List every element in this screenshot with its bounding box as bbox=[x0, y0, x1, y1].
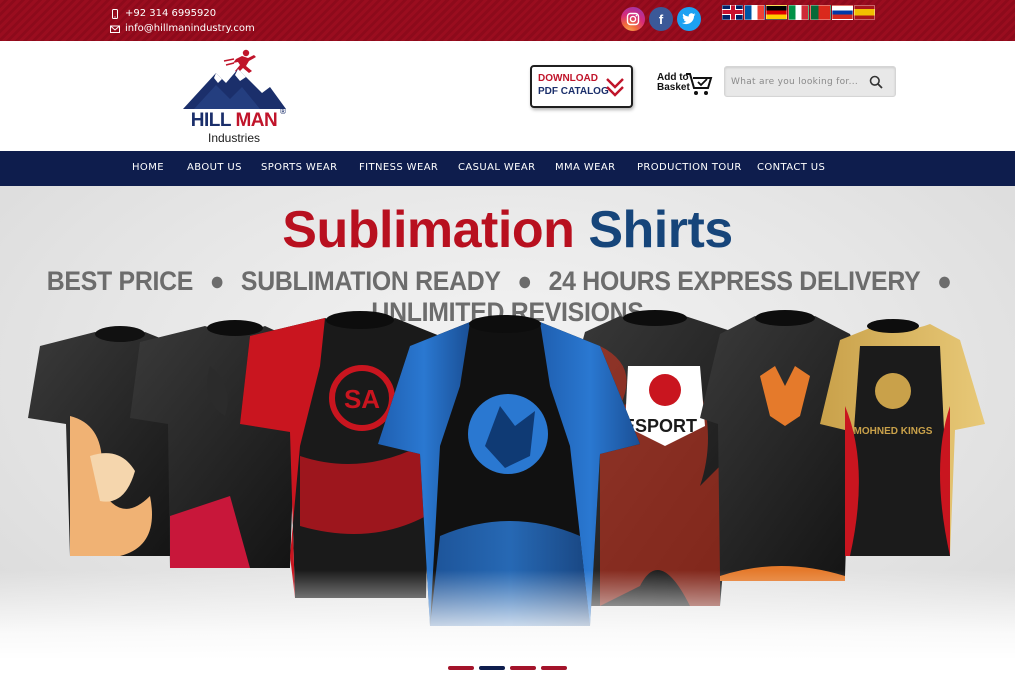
logo-subtitle: Industries bbox=[207, 131, 261, 145]
hero-slider[interactable]: Sublimation Shirts BEST PRICE ● SUBLIMATIO… bbox=[0, 186, 1015, 660]
nav-item-about-us[interactable]: ABOUT US bbox=[187, 162, 242, 173]
main-navigation: HOME ABOUT US SPORTS WEAR FITNESS WEAR C… bbox=[0, 151, 1015, 186]
site-header: HILL MAN ® Industries DOWNLOAD PDF CATAL… bbox=[0, 41, 1015, 151]
logo-wordmark: HILL MAN bbox=[180, 110, 288, 132]
top-bar: +92 314 6995920 info@hillmanindustry.com… bbox=[0, 0, 1015, 41]
search-icon[interactable] bbox=[869, 75, 883, 89]
search-box bbox=[724, 66, 896, 97]
slider-dot-2[interactable] bbox=[479, 666, 505, 670]
flag-ru-icon[interactable] bbox=[832, 5, 853, 20]
mountain-runner-icon bbox=[183, 49, 286, 109]
nav-item-mma-wear[interactable]: MMA WEAR bbox=[555, 162, 615, 173]
flag-uk-icon[interactable] bbox=[722, 5, 743, 20]
reflection-floor bbox=[0, 570, 1015, 660]
slider-dot-1[interactable] bbox=[448, 666, 474, 670]
phone-icon bbox=[112, 8, 118, 19]
logo-word-man: MAN bbox=[235, 110, 278, 131]
hero-title-word1: Sublimation bbox=[282, 201, 575, 259]
twitter-icon[interactable] bbox=[677, 7, 701, 31]
feature-express-delivery: 24 HOURS EXPRESS DELIVERY bbox=[548, 266, 921, 296]
nav-item-production-tour[interactable]: PRODUCTION TOUR bbox=[637, 162, 742, 173]
cart-icon bbox=[686, 73, 713, 95]
nav-item-sports-wear[interactable]: SPORTS WEAR bbox=[261, 162, 338, 173]
slider-dot-3[interactable] bbox=[510, 666, 536, 670]
hero-title: Sublimation Shirts bbox=[0, 200, 1015, 260]
shirt-sa-logo: SA bbox=[344, 384, 380, 414]
mail-icon bbox=[110, 25, 120, 33]
hero-title-word2: Shirts bbox=[588, 201, 733, 259]
catalog-line2: PDF CATALOG bbox=[538, 86, 609, 97]
catalog-line1: DOWNLOAD bbox=[538, 73, 598, 84]
nav-item-fitness-wear[interactable]: FITNESS WEAR bbox=[359, 162, 438, 173]
logo-registered-mark: ® bbox=[279, 107, 287, 116]
flag-fr-icon[interactable] bbox=[744, 5, 765, 20]
nav-item-home[interactable]: HOME bbox=[132, 162, 164, 173]
add-to-basket-button[interactable]: Add to Basket bbox=[657, 71, 715, 99]
nav-item-casual-wear[interactable]: CASUAL WEAR bbox=[458, 162, 535, 173]
flag-es-icon[interactable] bbox=[854, 5, 875, 20]
instagram-icon[interactable] bbox=[621, 7, 645, 31]
email-row: info@hillmanindustry.com bbox=[110, 21, 255, 36]
phone-row: +92 314 6995920 bbox=[110, 6, 255, 21]
bullet-dot: ● bbox=[936, 266, 952, 296]
shirt-kings-text: MOHNED KINGS bbox=[854, 426, 933, 437]
download-catalog-button[interactable]: DOWNLOAD PDF CATALOG bbox=[530, 65, 633, 108]
feature-best-price: BEST PRICE bbox=[46, 266, 194, 296]
email-address[interactable]: info@hillmanindustry.com bbox=[125, 21, 255, 36]
feature-sublimation-ready: SUBLIMATION READY bbox=[240, 266, 501, 296]
phone-number[interactable]: +92 314 6995920 bbox=[125, 6, 216, 21]
contact-info: +92 314 6995920 info@hillmanindustry.com bbox=[110, 6, 255, 36]
social-links: f bbox=[621, 7, 701, 31]
search-input[interactable] bbox=[731, 74, 861, 90]
flag-it-icon[interactable] bbox=[788, 5, 809, 20]
bullet-dot: ● bbox=[209, 266, 225, 296]
bullet-dot: ● bbox=[517, 266, 533, 296]
double-chevron-down-icon bbox=[606, 78, 624, 97]
flag-pt-icon[interactable] bbox=[810, 5, 831, 20]
flag-de-icon[interactable] bbox=[766, 5, 787, 20]
slider-dots bbox=[448, 666, 567, 670]
language-flags bbox=[722, 5, 875, 20]
logo-word-hill: HILL bbox=[190, 110, 231, 131]
facebook-icon[interactable]: f bbox=[649, 7, 673, 31]
slider-dot-4[interactable] bbox=[541, 666, 567, 670]
site-logo[interactable]: HILL MAN ® Industries bbox=[180, 47, 290, 147]
nav-item-contact-us[interactable]: CONTACT US bbox=[757, 162, 825, 173]
